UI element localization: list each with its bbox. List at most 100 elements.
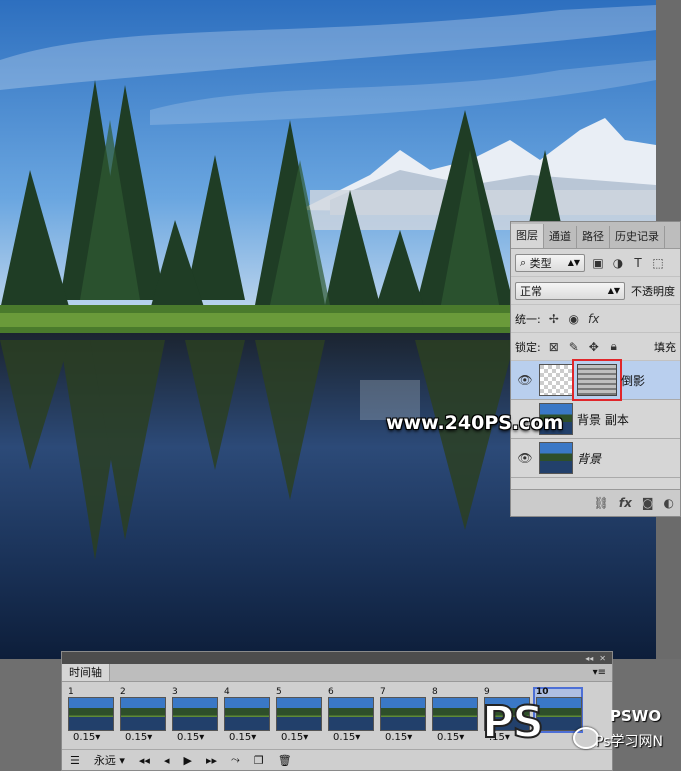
tab-paths[interactable]: 路径: [577, 226, 610, 248]
eye-icon[interactable]: 👁︎: [511, 373, 539, 387]
watermark-brand-top: PSWO: [610, 707, 662, 725]
lock-transparency-icon[interactable]: ⊠: [547, 340, 561, 354]
new-frame-icon[interactable]: ❐: [254, 754, 264, 767]
chevron-down-icon: ▾: [199, 732, 205, 743]
loop-value: 永远: [93, 754, 116, 767]
frame-number: 3: [172, 687, 178, 697]
frame-duration-value: 0.15: [385, 732, 408, 743]
lock-pixels-icon[interactable]: ✎: [567, 340, 581, 354]
chevron-down-icon: ▾: [355, 732, 361, 743]
layers-panel: 图层 通道 路径 历史记录 ⌕ 类型 ▲▼ ▣ ◑ T ⬚ 正常 ▲▼ 不透明度 统…: [510, 221, 681, 517]
timeline-header: 时间轴 ▾≡: [62, 664, 612, 682]
collapse-icon[interactable]: ◂◂: [585, 654, 593, 663]
adjustment-layer-icon[interactable]: ◐: [664, 496, 674, 510]
add-mask-icon[interactable]: ◙: [642, 496, 654, 510]
frame-duration[interactable]: 0.15▾: [125, 732, 152, 743]
type-filter-icon[interactable]: T: [631, 256, 645, 270]
frame-duration-value: 0.15: [281, 732, 304, 743]
frame-number: 1: [68, 687, 74, 697]
chevron-down-icon: ▾: [147, 732, 153, 743]
trash-icon[interactable]: 🗑︎: [278, 754, 292, 767]
frame-duration[interactable]: 0.15▾: [385, 732, 412, 743]
timeline-frame[interactable]: 4 0.15▾: [221, 687, 271, 749]
lock-position-icon[interactable]: ✥: [587, 340, 601, 354]
timeline-frame[interactable]: 1 0.15▾: [65, 687, 115, 749]
tween-icon[interactable]: ⤳: [231, 753, 240, 767]
layer-name: 背景 副本: [577, 412, 629, 427]
tab-channels[interactable]: 通道: [544, 226, 577, 248]
frame-duration[interactable]: 0.15▾: [73, 732, 100, 743]
frame-duration-value: 0.15: [73, 732, 96, 743]
layer-thumbnail: [539, 442, 573, 474]
filter-kind-select[interactable]: ⌕ 类型 ▲▼: [515, 253, 585, 272]
frame-number: 8: [432, 687, 438, 697]
search-icon: ⌕: [520, 255, 527, 269]
first-frame-icon[interactable]: ◂◂: [139, 754, 150, 767]
link-icon[interactable]: ⛓: [594, 496, 609, 510]
filter-row: ⌕ 类型 ▲▼ ▣ ◑ T ⬚: [511, 249, 680, 277]
layer-name: 背景: [577, 451, 602, 466]
chevron-down-icon: ▾: [407, 732, 413, 743]
timeline-frame[interactable]: 2 0.15▾: [117, 687, 167, 749]
lock-row: 锁定: ⊠ ✎ ✥ 🔒︎ 填充: [511, 333, 680, 361]
chevron-down-icon: ▾: [303, 732, 309, 743]
blend-mode-select[interactable]: 正常 ▲▼: [515, 281, 625, 300]
tab-layers[interactable]: 图层: [511, 224, 544, 248]
timeline-controls: ☰ 永远 ▾ ◂◂ ◂ ▶ ▸▸ ⤳ ❐ 🗑︎: [62, 749, 612, 770]
unify-position-icon[interactable]: ✢: [547, 312, 561, 326]
frame-thumbnail: [120, 697, 166, 731]
chevron-down-icon: ▾: [95, 732, 101, 743]
frame-duration[interactable]: 0.15▾: [437, 732, 464, 743]
frame-duration-value: 0.15: [125, 732, 148, 743]
tab-timeline[interactable]: 时间轴: [62, 664, 110, 681]
close-icon[interactable]: ✕: [599, 654, 606, 663]
frame-duration[interactable]: 0.15▾: [177, 732, 204, 743]
layer-mask-thumbnail[interactable]: [572, 359, 622, 401]
frame-number: 5: [276, 687, 282, 697]
frame-number: 9: [484, 687, 490, 697]
unify-visibility-icon[interactable]: ◉: [567, 312, 581, 326]
convert-timeline-icon[interactable]: ☰: [70, 754, 80, 767]
chevron-down-icon: ▾: [251, 732, 257, 743]
timeline-frame[interactable]: 3 0.15▾: [169, 687, 219, 749]
frame-number: 7: [380, 687, 386, 697]
fx-icon[interactable]: fx: [619, 496, 632, 510]
frame-duration-value: 0.15: [333, 732, 356, 743]
frame-thumbnail: [328, 697, 374, 731]
frame-duration[interactable]: 0.15▾: [281, 732, 308, 743]
previous-frame-icon[interactable]: ◂: [164, 754, 170, 767]
frame-thumbnail: [224, 697, 270, 731]
frame-duration-value: 0.15: [177, 732, 200, 743]
timeline-frame[interactable]: 7 0.15▾: [377, 687, 427, 749]
frame-thumbnail: [380, 697, 426, 731]
play-icon[interactable]: ▶: [183, 754, 191, 767]
layer-thumbnail: [539, 364, 573, 396]
lock-all-icon[interactable]: 🔒︎: [607, 339, 621, 354]
loop-select[interactable]: 永远 ▾: [94, 752, 125, 768]
frame-thumbnail: [172, 697, 218, 731]
adjustment-filter-icon[interactable]: ◑: [611, 256, 625, 270]
unify-style-icon[interactable]: fx: [587, 312, 601, 326]
unify-label: 统一:: [515, 312, 541, 326]
filter-kind-value: 类型: [529, 256, 552, 270]
frame-duration-value: 0.15: [437, 732, 460, 743]
frame-duration-value: 0.15: [229, 732, 252, 743]
frame-duration[interactable]: 0.15▾: [333, 732, 360, 743]
layer-row-background[interactable]: 👁︎ 背景: [511, 439, 680, 478]
next-frame-icon[interactable]: ▸▸: [206, 754, 217, 767]
tab-history[interactable]: 历史记录: [610, 226, 665, 248]
image-filter-icon[interactable]: ▣: [591, 256, 605, 270]
watermark-logo: PS: [481, 696, 545, 749]
frame-number: 10: [536, 687, 549, 697]
eye-icon[interactable]: 👁︎: [511, 451, 539, 465]
panel-menu-icon[interactable]: ▾≡: [593, 667, 606, 678]
frame-duration[interactable]: 0.15▾: [229, 732, 256, 743]
timeline-frame[interactable]: 6 0.15▾: [325, 687, 375, 749]
shape-filter-icon[interactable]: ⬚: [651, 256, 665, 270]
timeline-frame[interactable]: 5 0.15▾: [273, 687, 323, 749]
layers-panel-footer: ⛓ fx ◙ ◐: [511, 489, 680, 516]
fill-label: 填充: [654, 340, 676, 354]
lock-label: 锁定:: [515, 340, 541, 354]
layer-row-reflection[interactable]: 👁︎ 倒影: [511, 359, 680, 401]
timeline-frame[interactable]: 8 0.15▾: [429, 687, 479, 749]
